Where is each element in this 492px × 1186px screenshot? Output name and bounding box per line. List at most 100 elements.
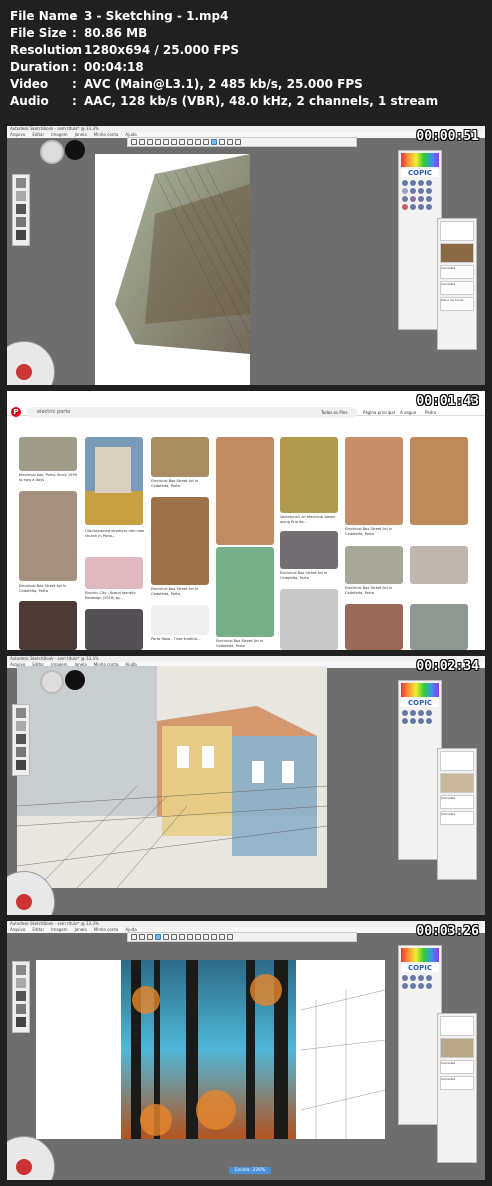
select-icon[interactable] xyxy=(147,934,153,940)
layer-item[interactable] xyxy=(440,751,474,771)
brush-icon[interactable] xyxy=(16,178,26,188)
brush-icon[interactable] xyxy=(16,230,26,240)
ellipse-icon[interactable] xyxy=(179,139,185,145)
canvas[interactable] xyxy=(17,666,327,888)
brush-icon[interactable] xyxy=(16,978,26,988)
pin-image[interactable] xyxy=(410,604,468,650)
menu-item[interactable]: Arquivo xyxy=(10,927,25,932)
color-wheel-icon[interactable] xyxy=(227,934,233,940)
lagoon-center[interactable] xyxy=(16,894,32,910)
layer-item[interactable] xyxy=(440,1038,474,1058)
color-swatch[interactable] xyxy=(410,983,416,989)
brush-icon[interactable] xyxy=(16,204,26,214)
color-swatch[interactable] xyxy=(418,196,424,202)
layer-item[interactable]: Camada1 xyxy=(440,1076,474,1090)
color-swatch[interactable] xyxy=(418,718,424,724)
layer-item[interactable]: Camada1 xyxy=(440,281,474,295)
ruler-icon[interactable] xyxy=(163,934,169,940)
transform-icon[interactable] xyxy=(163,139,169,145)
brush-icon[interactable] xyxy=(16,747,26,757)
color-swatch[interactable] xyxy=(418,710,424,716)
pin-image[interactable] xyxy=(280,437,338,513)
color-swatch[interactable] xyxy=(402,188,408,194)
canvas[interactable] xyxy=(95,154,251,385)
menu-item[interactable]: Editar xyxy=(32,927,44,932)
menu-item[interactable]: Imagem xyxy=(51,132,67,137)
color-swatch[interactable] xyxy=(426,983,432,989)
pin-image[interactable] xyxy=(19,601,77,650)
menu-item[interactable]: Minha conta xyxy=(94,927,119,932)
color-swatch[interactable] xyxy=(418,188,424,194)
brush-icon[interactable] xyxy=(16,708,26,718)
color-swatch[interactable] xyxy=(402,975,408,981)
brush-icon[interactable] xyxy=(16,1004,26,1014)
lagoon-wheel[interactable] xyxy=(7,1136,55,1180)
layer-item[interactable] xyxy=(440,221,474,241)
color-swatch[interactable] xyxy=(410,188,416,194)
brush-icon[interactable] xyxy=(16,965,26,975)
color-swatch[interactable] xyxy=(402,718,408,724)
symmetry-icon[interactable] xyxy=(211,934,217,940)
brush-icon[interactable] xyxy=(16,1017,26,1027)
layer-item[interactable]: Camada1 xyxy=(440,811,474,825)
layer-item[interactable] xyxy=(440,773,474,793)
color-swatch[interactable] xyxy=(402,180,408,186)
filter-dropdown[interactable]: Todos os Pins xyxy=(321,410,347,415)
color-swatch[interactable] xyxy=(410,180,416,186)
pin-image[interactable] xyxy=(85,609,143,650)
layer-item[interactable]: Plano de fundo xyxy=(440,297,474,311)
brush-icon[interactable] xyxy=(16,721,26,731)
pin-image[interactable] xyxy=(345,437,403,525)
pin-image[interactable] xyxy=(216,547,274,637)
pin-image[interactable] xyxy=(151,605,209,635)
nav-profile[interactable]: Pedro xyxy=(425,410,436,415)
search-input[interactable]: electric porto xyxy=(27,407,357,418)
pin-image[interactable] xyxy=(345,604,403,650)
nav-following[interactable]: A seguir xyxy=(400,410,416,415)
lagoon-wheel[interactable] xyxy=(7,341,55,385)
redo-icon[interactable] xyxy=(139,934,145,940)
color-swatch[interactable] xyxy=(402,710,408,716)
color-swatch[interactable] xyxy=(418,975,424,981)
pinterest-logo[interactable]: P xyxy=(11,407,21,417)
pin-image[interactable] xyxy=(280,589,338,650)
brush-icon[interactable] xyxy=(16,217,26,227)
color-swatch[interactable] xyxy=(410,975,416,981)
select-icon[interactable] xyxy=(147,139,153,145)
color-swatch[interactable] xyxy=(402,196,408,202)
pin-image[interactable] xyxy=(410,546,468,584)
color-swatch[interactable] xyxy=(418,204,424,210)
text-icon[interactable] xyxy=(179,934,185,940)
ruler-icon[interactable] xyxy=(171,139,177,145)
color-swatch[interactable] xyxy=(426,204,432,210)
canvas[interactable] xyxy=(36,960,386,1139)
symmetry-icon[interactable] xyxy=(219,139,225,145)
pin-image[interactable] xyxy=(19,437,77,471)
brush-icon[interactable] xyxy=(187,934,193,940)
lagoon-center[interactable] xyxy=(16,1159,32,1175)
brush-icon[interactable] xyxy=(16,734,26,744)
brush-icon[interactable] xyxy=(16,760,26,770)
menu-item[interactable]: Imagem xyxy=(51,927,67,932)
fill-icon[interactable] xyxy=(195,934,201,940)
menu-item[interactable]: Editar xyxy=(32,132,44,137)
layers-icon[interactable] xyxy=(219,934,225,940)
pin-image[interactable] xyxy=(410,437,468,525)
brush-icon[interactable] xyxy=(16,191,26,201)
color-swatch[interactable] xyxy=(426,180,432,186)
menu-item[interactable]: Janela xyxy=(75,927,87,932)
pin-image[interactable] xyxy=(19,491,77,581)
color-swatch[interactable] xyxy=(418,180,424,186)
color-puck[interactable] xyxy=(65,670,85,690)
color-puck[interactable] xyxy=(65,140,85,160)
color-swatch[interactable] xyxy=(410,718,416,724)
perspective-icon[interactable] xyxy=(203,934,209,940)
pin-image[interactable] xyxy=(151,497,209,585)
pin-image[interactable] xyxy=(216,437,274,545)
layer-item[interactable]: Camada2 xyxy=(440,1060,474,1074)
color-swatch[interactable] xyxy=(410,204,416,210)
color-wheel-icon[interactable] xyxy=(235,139,241,145)
text-icon[interactable] xyxy=(187,139,193,145)
color-swatch[interactable] xyxy=(426,718,432,724)
color-swatch[interactable] xyxy=(410,196,416,202)
